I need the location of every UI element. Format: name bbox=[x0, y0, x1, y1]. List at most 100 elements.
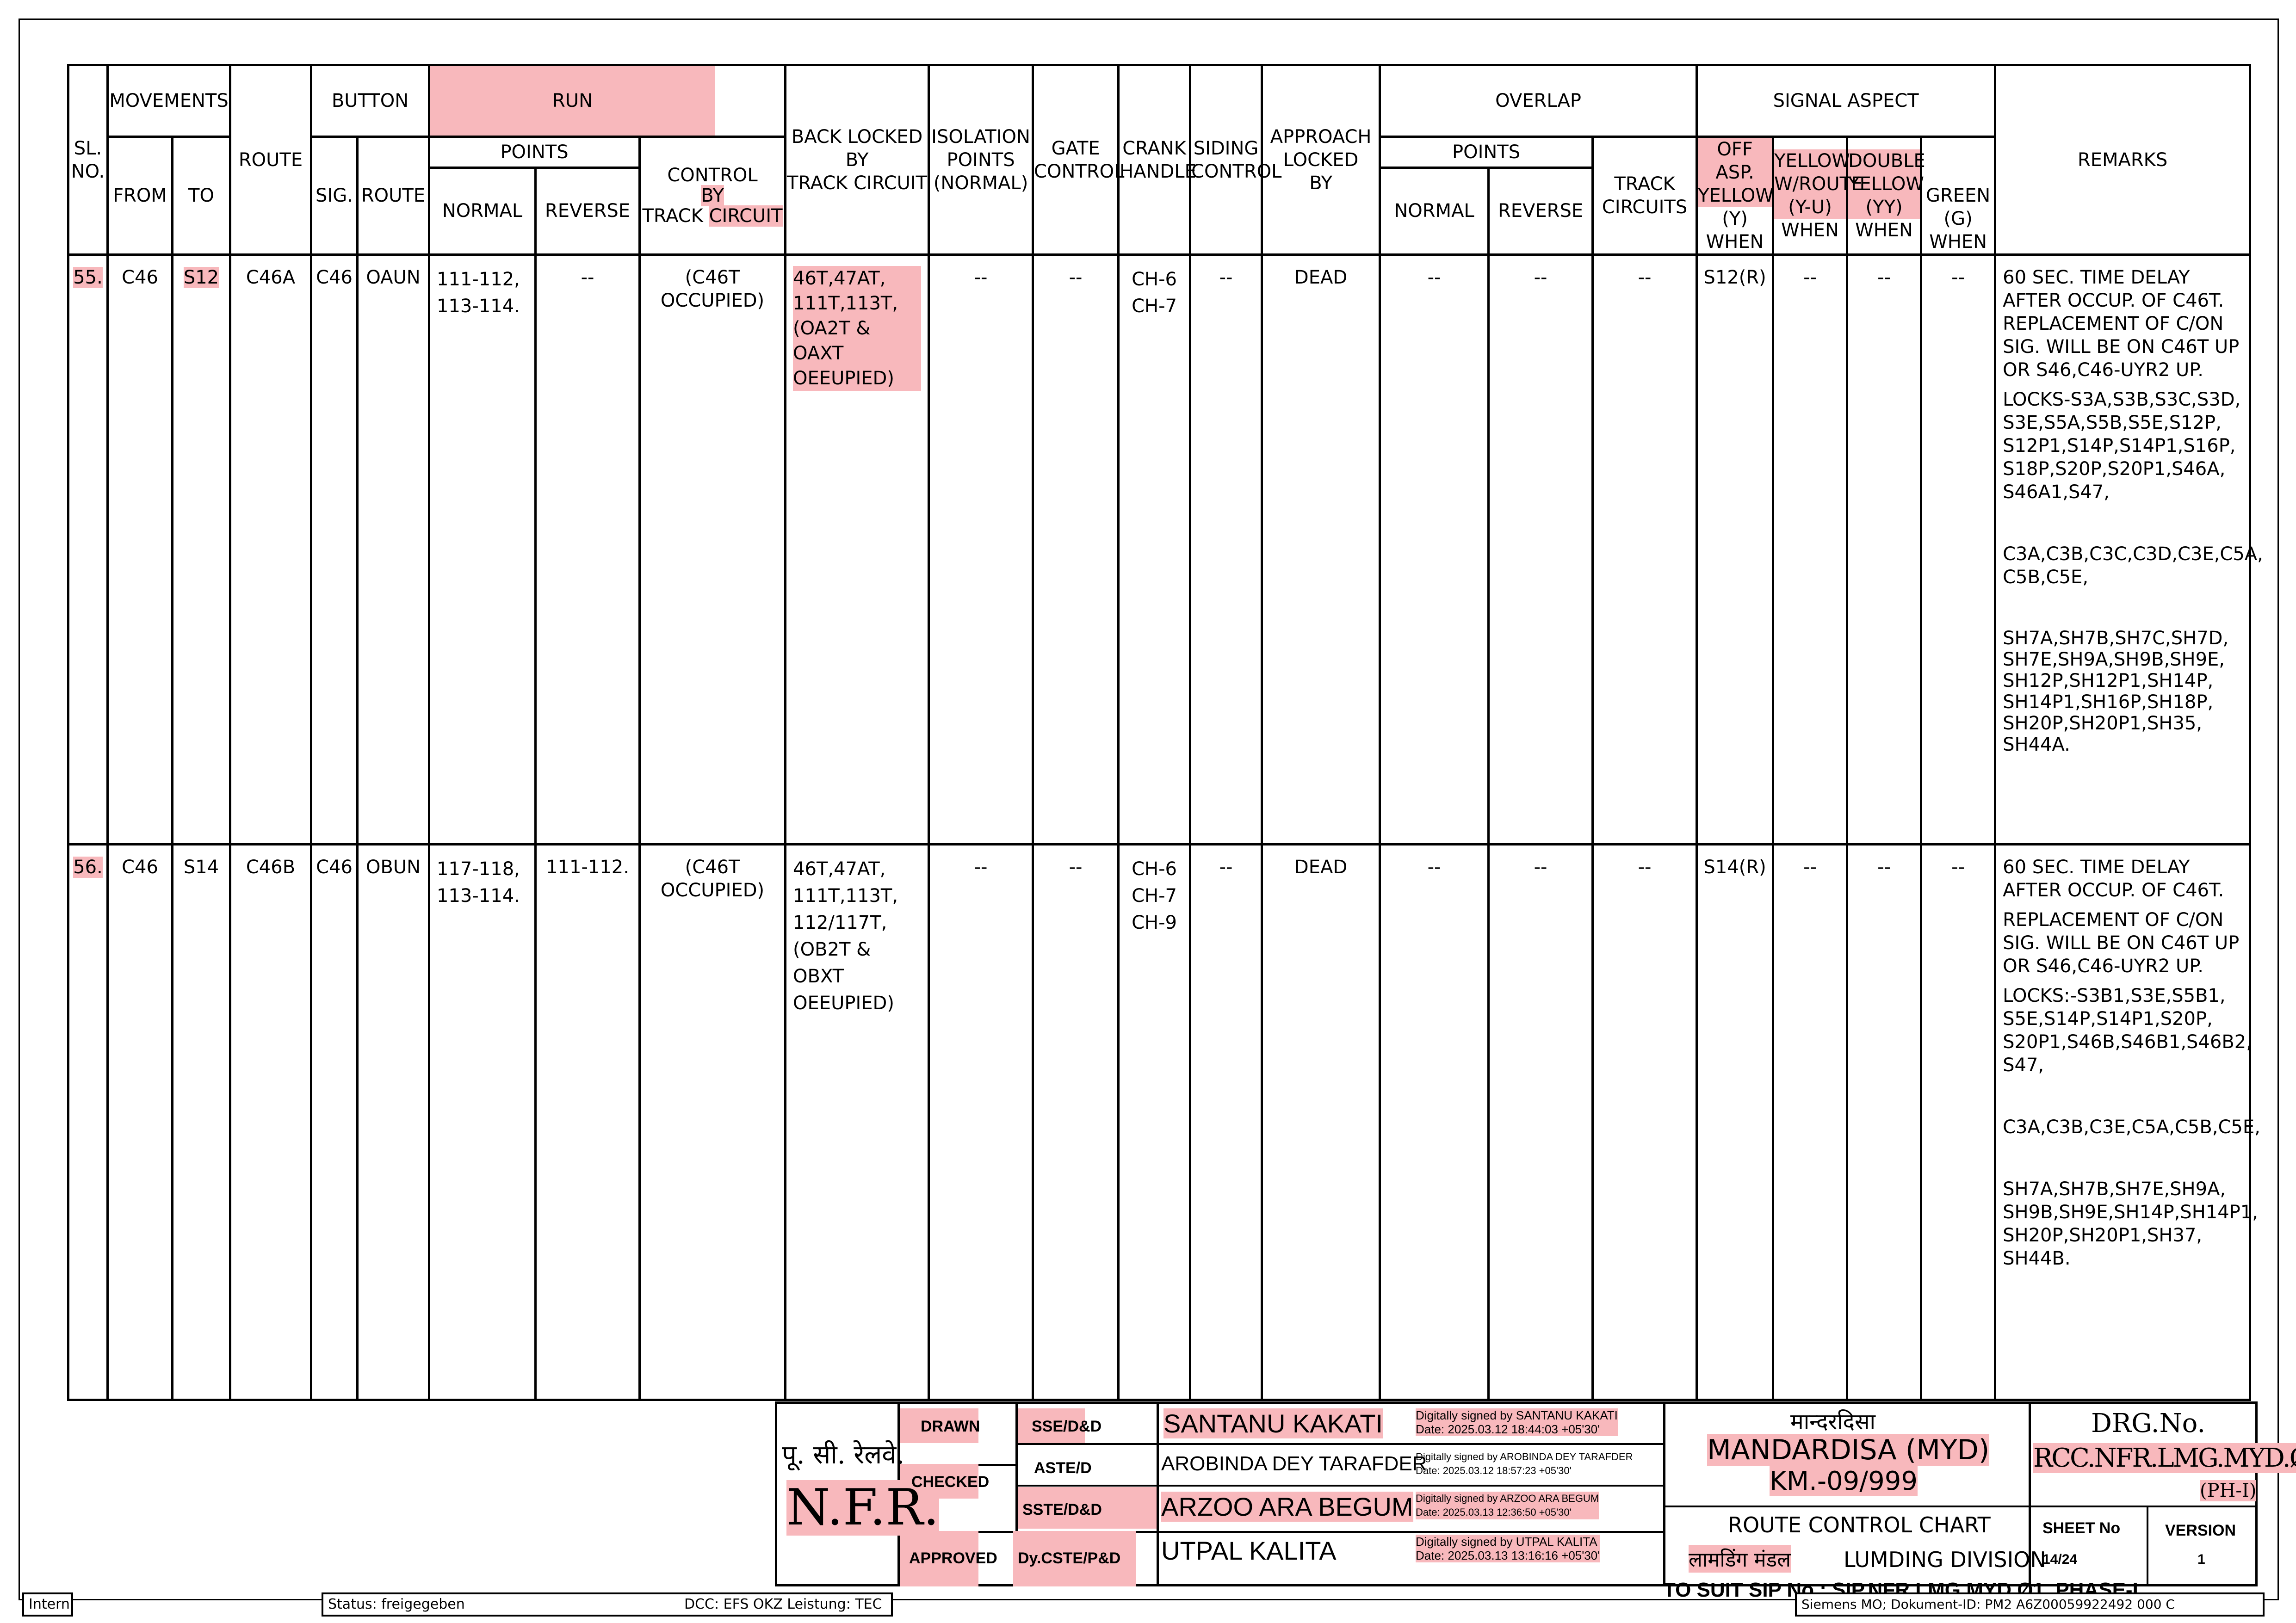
sig-line: Digitally signed by UTPAL KALITA bbox=[1416, 1535, 1600, 1549]
sl-no: 56. bbox=[73, 857, 103, 878]
drawing-number: RCC.NFR.LMG.MYD.Ø1 bbox=[2033, 1443, 2296, 1473]
role-sse: SSE/D&D bbox=[1032, 1418, 1102, 1435]
digital-signature-3: Digitally signed by ARZOO ARA BEGUM Date… bbox=[1416, 1492, 1599, 1519]
yellow-route-cell: -- bbox=[1772, 843, 1849, 1401]
overlap-normal-cell: -- bbox=[1379, 843, 1490, 1401]
role-sste: SSTE/D&D bbox=[1022, 1501, 1102, 1518]
from-cell: C46 bbox=[106, 253, 173, 845]
header-overlap-reverse: REVERSE bbox=[1487, 166, 1594, 256]
to-cell: S14 bbox=[171, 843, 231, 1401]
siding-cell: -- bbox=[1189, 843, 1263, 1401]
header-track-circuits: TRACK CIRCUITS bbox=[1591, 136, 1698, 256]
header-overlap: OVERLAP bbox=[1379, 64, 1698, 138]
track-circuits-cell: -- bbox=[1591, 253, 1698, 845]
header-isolation: ISOLATION POINTS (NORMAL) bbox=[928, 64, 1034, 256]
overlap-normal-cell: -- bbox=[1379, 253, 1490, 845]
remarks-line: REPLACEMENT OF C/ON SIG. WILL BE ON C46T… bbox=[2003, 909, 2240, 977]
table-row: 56. C46 S14 C46B C46 OBUN 117-118, 113-1… bbox=[67, 843, 2260, 1401]
station-name: MANDARDISA (MYD) bbox=[1707, 1434, 1990, 1466]
remarks-line: 60 SEC. TIME DELAY AFTER OCCUP. OF C46T.… bbox=[2003, 267, 2240, 381]
remarks-line: C3A,C3B,C3E,C5A,C5B,C5E, bbox=[2003, 1117, 2260, 1138]
sig-line: Digitally signed by ARZOO ARA BEGUM bbox=[1416, 1492, 1599, 1506]
header-gate: GATE CONTROL bbox=[1032, 64, 1124, 256]
control-circuit: CIRCUIT bbox=[709, 205, 783, 227]
yellow-route-cell: -- bbox=[1772, 253, 1849, 845]
header-run-label: RUN bbox=[552, 90, 593, 111]
header-movements: MOVEMENTS bbox=[106, 64, 231, 138]
green-cell: -- bbox=[1920, 843, 1997, 1401]
yellow-route-sub: WHEN bbox=[1781, 220, 1839, 241]
approved-label: APPROVED bbox=[909, 1549, 997, 1567]
header-from: FROM bbox=[106, 136, 173, 256]
back-locked-cell: 46T,47AT, 111T,113T, 112/117T, (OB2T & O… bbox=[793, 858, 898, 1014]
control-label: CONTROL bbox=[667, 165, 758, 186]
double-yellow-cell: -- bbox=[1846, 843, 1923, 1401]
intern-label: Intern bbox=[22, 1592, 73, 1617]
remarks-line: LOCKS-S3A,S3B,S3C,S3D, S3E,S5A,S5B,S5E,S… bbox=[2003, 389, 2241, 503]
double-yellow-cell: -- bbox=[1846, 253, 1923, 845]
header-sig: SIG. bbox=[310, 136, 359, 256]
header-approach: APPROACH LOCKED BY bbox=[1261, 64, 1381, 256]
isolation-cell: -- bbox=[928, 253, 1034, 845]
sig-line: Date: 2025.03.13 12:36:50 +05'30' bbox=[1416, 1506, 1599, 1519]
remarks-line: SH7A,SH7B,SH7E,SH9A, SH9B,SH9E,SH14P,SH1… bbox=[2003, 1179, 2258, 1269]
sheet-value: 14/24 bbox=[2042, 1552, 2078, 1567]
drawing-phase: (PH-I) bbox=[2200, 1480, 2257, 1501]
drawn-label: DRAWN bbox=[921, 1418, 980, 1435]
table-row: 55. C46 S12 C46A C46 OAUN 111-112, 113-1… bbox=[67, 253, 2263, 845]
chart-title: ROUTE CONTROL CHART bbox=[1728, 1512, 1991, 1537]
header-overlap-points: POINTS bbox=[1379, 136, 1594, 169]
station-km: KM.-09/999 bbox=[1770, 1466, 1918, 1496]
version-value: 1 bbox=[2197, 1552, 2205, 1567]
crank-cell: CH-6 CH-7 CH-9 bbox=[1117, 843, 1192, 1401]
header-siding: SIDING CONTROL bbox=[1189, 64, 1281, 256]
version-label: VERSION bbox=[2165, 1522, 2236, 1539]
remarks-cell: 60 SEC. TIME DELAY AFTER OCCUP. OF C46T.… bbox=[1994, 843, 2260, 1401]
document-id: Siemens MO; Dokument-ID: PM2 A6Z00059922… bbox=[1795, 1592, 2265, 1617]
yellow-cell: S14(R) bbox=[1696, 843, 1775, 1401]
reverse-cell: -- bbox=[534, 253, 641, 845]
remarks-line: 60 SEC. TIME DELAY AFTER OCCUP. OF C46T. bbox=[2003, 857, 2224, 901]
header-normal: NORMAL bbox=[428, 166, 537, 256]
gate-cell: -- bbox=[1032, 843, 1120, 1401]
digital-signature-4: Digitally signed by UTPAL KALITA Date: 2… bbox=[1416, 1535, 1600, 1562]
status-text: Status: freigegeben bbox=[328, 1596, 465, 1612]
header-yellow-route: YELLOW W/ROUTE (Y-U) WHEN bbox=[1772, 136, 1863, 256]
from-cell: C46 bbox=[106, 843, 173, 1401]
button-route-cell: OBUN bbox=[356, 843, 431, 1401]
header-remarks: REMARKS bbox=[1994, 64, 2252, 256]
signer-name-3: ARZOO ARA BEGUM bbox=[1161, 1492, 1413, 1522]
division-hindi: लामडिंग मंडल bbox=[1689, 1545, 1791, 1573]
button-route-cell: OAUN bbox=[356, 253, 431, 845]
approach-cell: DEAD bbox=[1261, 843, 1381, 1401]
org-hindi: पू. सी. रेलवे. bbox=[782, 1440, 905, 1470]
back-locked-cell: 46T,47AT, 111T,113T, (OA2T & OAXT OEEUPI… bbox=[793, 266, 922, 391]
control-by: BY bbox=[701, 185, 724, 206]
header-run: RUN bbox=[428, 64, 787, 138]
dcc-text: DCC: EFS OKZ Leistung: TEC bbox=[684, 1596, 882, 1612]
checked-label: CHECKED bbox=[911, 1473, 990, 1491]
drg-label: DRG.No. bbox=[2091, 1408, 2206, 1438]
control-cell: (C46T OCCUPIED) bbox=[638, 253, 787, 845]
header-crank: CRANK HANDLE bbox=[1117, 64, 1196, 256]
division-name: LUMDING DIVISION bbox=[1844, 1547, 2046, 1572]
remarks-line: C3A,C3B,C3C,C3D,C3E,C5A, C5B,C5E, bbox=[2003, 543, 2263, 588]
sig-line: Digitally signed by SANTANU KAKATI bbox=[1416, 1408, 1618, 1422]
sig-line: Date: 2025.03.12 18:57:23 +05'30' bbox=[1416, 1465, 1572, 1476]
header-back-locked: BACK LOCKED BY TRACK CIRCUIT bbox=[784, 64, 930, 256]
double-yellow-label: DOUBLE YELLOW (YY) bbox=[1848, 149, 1925, 219]
sig-line: Date: 2025.03.12 18:44:03 +05'30' bbox=[1416, 1422, 1618, 1436]
header-sl-no: SL. NO. bbox=[67, 64, 109, 256]
sig-cell: C46 bbox=[310, 253, 359, 845]
off-asp-sub: (Y) WHEN bbox=[1706, 208, 1764, 253]
to-cell: S12 bbox=[183, 267, 219, 288]
sheet-label: SHEET No bbox=[2042, 1519, 2121, 1537]
control-track: TRACK bbox=[642, 205, 703, 227]
signer-name-1: SANTANU KAKATI bbox=[1163, 1408, 1383, 1438]
sig-cell: C46 bbox=[310, 843, 359, 1401]
overlap-reverse-cell: -- bbox=[1487, 843, 1594, 1401]
role-dycste: Dy.CSTE/P&D bbox=[1018, 1549, 1121, 1567]
track-circuits-cell: -- bbox=[1591, 843, 1698, 1401]
route-cell: C46B bbox=[229, 843, 312, 1401]
digital-signature-2: Digitally signed by AROBINDA DEY TARAFDE… bbox=[1416, 1450, 1633, 1478]
